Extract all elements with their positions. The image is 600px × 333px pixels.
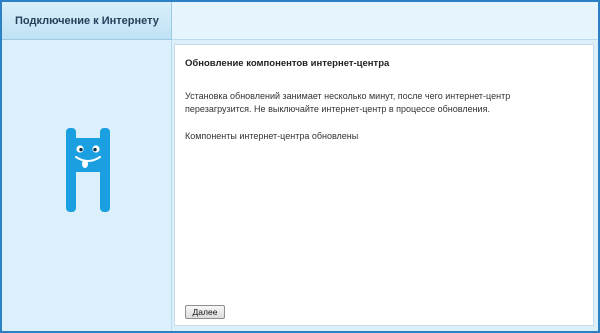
top-bar bbox=[172, 2, 598, 40]
section-tab: Подключение к Интернету bbox=[2, 2, 172, 40]
wizard-window: Подключение к Интернету Обновление компо… bbox=[0, 0, 600, 333]
next-button[interactable]: Далее bbox=[185, 305, 225, 319]
update-description: Установка обновлений занимает несколько … bbox=[185, 91, 511, 114]
sidebar bbox=[2, 40, 172, 331]
status-message: Компоненты интернет-центра обновлены bbox=[185, 131, 359, 141]
section-title: Подключение к Интернету bbox=[15, 15, 159, 27]
page-title: Обновление компонентов интернет-центра bbox=[185, 58, 390, 69]
content-panel: Обновление компонентов интернет-центра У… bbox=[174, 44, 594, 326]
monster-mascot-icon bbox=[66, 128, 110, 212]
